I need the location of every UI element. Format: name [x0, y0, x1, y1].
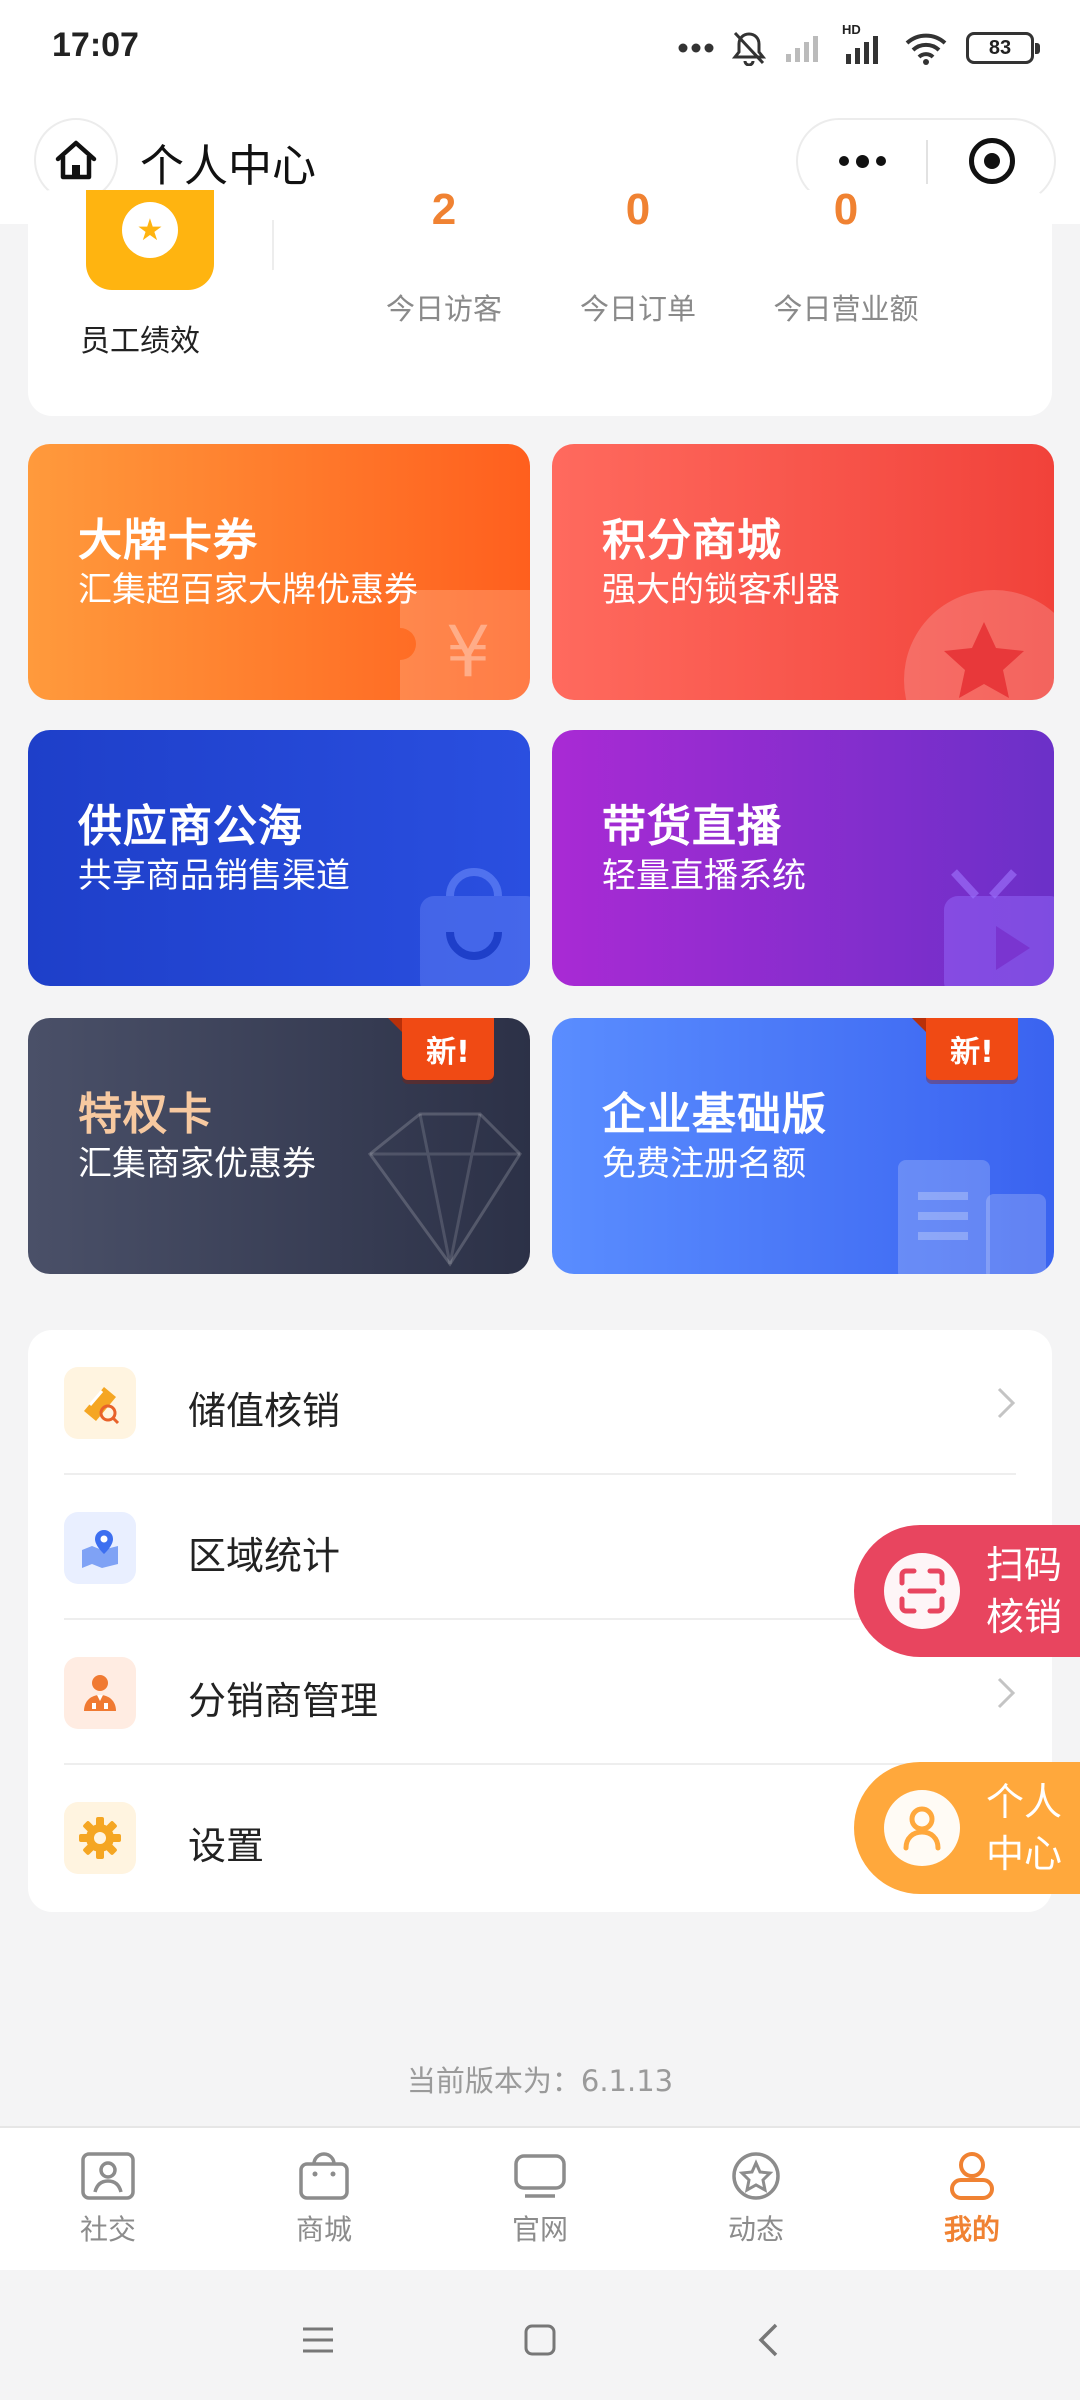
feature-title: 大牌卡券	[78, 515, 258, 566]
map-pin-icon	[64, 1512, 136, 1584]
home-square-icon[interactable]	[510, 2310, 570, 2370]
battery-icon: 83	[966, 32, 1040, 64]
stat-value: 0	[625, 190, 651, 234]
profile-line1: 个人	[986, 1780, 1063, 1824]
back-icon[interactable]	[738, 2310, 798, 2370]
chevron-right-icon	[997, 1677, 1016, 1709]
social-icon	[81, 2152, 135, 2200]
feature-card-enterprise-basic[interactable]: 新! 企业基础版 免费注册名额	[552, 1018, 1054, 1274]
tv-play-icon	[944, 869, 1054, 986]
feature-title: 供应商公海	[78, 801, 303, 852]
stats-card: ★ 员工绩效 2 今日访客 0 今日订单 0 今日营业额	[28, 190, 1052, 416]
shopping-bag-icon	[299, 2152, 349, 2200]
system-navigation-bar	[0, 2270, 1080, 2400]
user-icon	[884, 1790, 960, 1866]
tab-updates[interactable]: 动态	[648, 2128, 864, 2270]
stat-label: 今日访客	[385, 292, 502, 326]
hd-label: HD	[842, 22, 861, 37]
menu-label: 分销商管理	[188, 1679, 379, 1723]
stats-divider	[272, 220, 274, 270]
stat-value: 0	[833, 190, 859, 234]
tab-website[interactable]: 官网	[432, 2128, 648, 2270]
scan-icon	[884, 1553, 960, 1629]
bell-muted-icon	[732, 30, 766, 66]
scan-line1: 扫码	[986, 1543, 1063, 1587]
tab-label: 动态	[727, 2213, 784, 2246]
profile-line2: 中心	[986, 1832, 1063, 1876]
stat-label: 今日订单	[579, 292, 696, 326]
personal-center-label: 个人 中心	[986, 1776, 1076, 1880]
status-time: 17:07	[52, 26, 139, 64]
battery-level: 83	[988, 36, 1012, 59]
feature-title: 带货直播	[602, 801, 782, 852]
feature-card-live-commerce[interactable]: 带货直播 轻量直播系统	[552, 730, 1054, 986]
status-icons: HD 83	[678, 22, 1040, 68]
tab-label: 商城	[295, 2213, 352, 2246]
tab-label: 社交	[79, 2213, 136, 2246]
distributor-icon	[64, 1657, 136, 1729]
stat-revenue[interactable]: 0 今日营业额	[746, 190, 946, 328]
feature-subtitle: 汇集超百家大牌优惠券	[78, 570, 418, 610]
tab-mall[interactable]: 商城	[216, 2128, 432, 2270]
menu-item-stored-value[interactable]: 储值核销	[28, 1330, 1052, 1475]
stored-value-icon	[64, 1367, 136, 1439]
feature-subtitle: 共享商品销售渠道	[78, 856, 350, 896]
feature-card-supplier-pool[interactable]: 供应商公海 共享商品销售渠道	[28, 730, 530, 986]
scan-verify-label: 扫码 核销	[986, 1539, 1076, 1643]
feature-subtitle: 轻量直播系统	[602, 856, 806, 896]
personal-center-float-button[interactable]: 个人 中心	[854, 1762, 1080, 1894]
feature-card-points-mall[interactable]: 积分商城 强大的锁客利器	[552, 444, 1054, 700]
scan-line2: 核销	[986, 1595, 1063, 1639]
feature-title: 积分商城	[602, 515, 782, 566]
new-badge: 新!	[912, 1018, 1018, 1080]
hd-signal-icon: HD	[842, 22, 886, 66]
monitor-icon	[514, 2154, 566, 2198]
tab-social[interactable]: 社交	[0, 2128, 216, 2270]
building-icon	[898, 1160, 1046, 1274]
menu-label: 设置	[188, 1824, 265, 1868]
signal-icon	[784, 32, 824, 64]
tab-label: 官网	[511, 2213, 568, 2246]
new-badge: 新!	[388, 1018, 494, 1080]
status-bar: 17:07 HD 83	[0, 0, 1080, 100]
stat-label: 今日营业额	[773, 292, 919, 326]
svg-text:¥: ¥	[446, 611, 491, 693]
tab-label: 我的	[943, 2213, 1000, 2246]
tab-mine[interactable]: 我的	[864, 2128, 1080, 2270]
version-text: 当前版本为：6.1.13	[406, 2064, 674, 2098]
page-title: 个人中心	[140, 141, 316, 192]
menu-label: 储值核销	[188, 1389, 341, 1433]
feature-subtitle: 汇集商家优惠券	[78, 1144, 316, 1184]
wifi-icon	[904, 31, 948, 65]
gear-icon	[64, 1802, 136, 1874]
home-icon	[55, 140, 97, 180]
feature-subtitle: 强大的锁客利器	[602, 570, 840, 610]
menu-icon[interactable]	[288, 2310, 348, 2370]
feature-title: 特权卡	[78, 1089, 213, 1140]
employee-performance-icon[interactable]: ★	[86, 190, 214, 290]
star-badge-icon	[904, 590, 1054, 700]
shopping-bag-icon	[420, 868, 530, 986]
bottom-tab-bar: 社交 商城 官网 动态 我的	[0, 2126, 1080, 2270]
scan-verify-button[interactable]: 扫码 核销	[854, 1525, 1080, 1657]
chevron-right-icon	[997, 1387, 1016, 1419]
star-circle-icon	[732, 2152, 780, 2200]
menu-label: 区域统计	[188, 1534, 341, 1578]
feature-subtitle: 免费注册名额	[602, 1144, 806, 1184]
more-dots-icon	[678, 42, 714, 54]
feature-card-privilege-card[interactable]: 新! 特权卡 汇集商家优惠券	[28, 1018, 530, 1274]
stat-visitors[interactable]: 2 今日访客	[344, 190, 544, 328]
stat-value: 2	[431, 190, 457, 234]
feature-card-brand-coupons[interactable]: ¥ 大牌卡券 汇集超百家大牌优惠券	[28, 444, 530, 700]
user-icon	[950, 2152, 994, 2200]
diamond-icon	[367, 1112, 522, 1267]
stat-orders[interactable]: 0 今日订单	[538, 190, 738, 328]
employee-performance-label[interactable]: 员工绩效	[80, 316, 200, 360]
feature-title: 企业基础版	[602, 1089, 827, 1140]
